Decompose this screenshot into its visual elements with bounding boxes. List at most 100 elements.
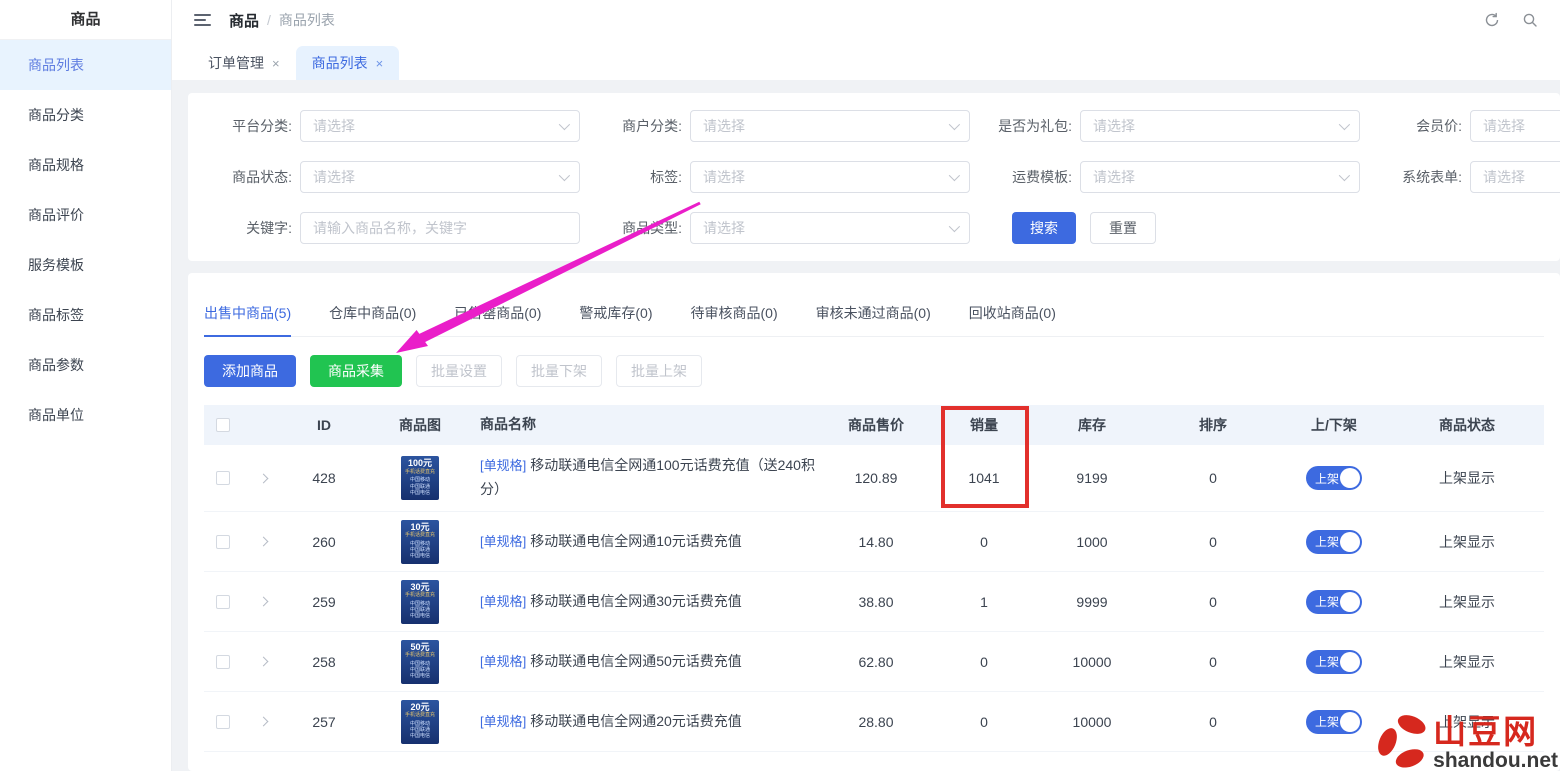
batch-off-shelf-button[interactable]: 批量下架 [516,355,602,387]
product-name: 移动联通电信全网通10元话费充值 [530,533,742,549]
keyword-input[interactable] [300,212,580,244]
watermark: 山豆网 shandou.net [1373,709,1558,771]
sidebar-item-service-template[interactable]: 服务模板 [0,240,171,290]
col-sales: 销量 [932,415,1036,435]
spec-tag[interactable]: [单规格] [480,654,526,669]
row-checkbox[interactable] [216,715,230,729]
tab-review-rejected[interactable]: 审核未通过商品(0) [816,303,931,323]
batch-set-button[interactable]: 批量设置 [416,355,502,387]
tab-recycle-bin[interactable]: 回收站商品(0) [969,303,1056,323]
cell-sort: 0 [1148,534,1278,550]
chevron-down-icon [1339,170,1350,181]
expand-row-icon[interactable] [258,473,268,483]
product-status-select[interactable]: 请选择 [300,161,580,193]
on-shelf-toggle[interactable]: 上架 [1306,710,1362,734]
cell-id: 258 [284,654,364,670]
collapse-menu-icon[interactable] [194,14,211,26]
on-shelf-toggle[interactable]: 上架 [1306,466,1362,490]
select-all-checkbox[interactable] [216,418,230,432]
tab-close-icon[interactable]: × [272,56,280,71]
shandou-logo-icon [1373,709,1431,771]
search-button[interactable]: 搜索 [1012,212,1076,244]
tab-sold-out[interactable]: 已售罄商品(0) [454,303,541,323]
cell-sort: 0 [1148,714,1278,730]
sidebar-item-product-unit[interactable]: 商品单位 [0,390,171,440]
spec-tag[interactable]: [单规格] [480,534,526,549]
sidebar-item-product-param[interactable]: 商品参数 [0,340,171,390]
spec-tag[interactable]: [单规格] [480,458,526,473]
system-form-select[interactable]: 请选择 [1470,161,1560,193]
thumb-subtitle: 手机话费直充 [405,652,435,659]
toggle-label: 上架 [1315,713,1339,730]
tab-close-icon[interactable]: × [376,56,384,71]
gift-package-select[interactable]: 请选择 [1080,110,1360,142]
sidebar-item-label: 商品标签 [28,307,84,323]
sidebar-item-product-spec[interactable]: 商品规格 [0,140,171,190]
member-price-select[interactable]: 请选择 [1470,110,1560,142]
toggle-knob [1340,532,1360,552]
select-placeholder: 请选择 [1483,167,1525,187]
search-icon[interactable] [1522,12,1538,28]
app-window: 商品 商品列表 商品分类 商品规格 商品评价 服务模板 商品标签 商品参数 商品… [0,0,1560,771]
expand-row-icon[interactable] [258,657,268,667]
expand-row-icon[interactable] [258,597,268,607]
row-checkbox[interactable] [216,655,230,669]
thumb-carriers: 中国移动 中国联通 中国电信 [410,601,430,620]
collect-product-button[interactable]: 商品采集 [310,355,402,387]
tab-in-warehouse[interactable]: 仓库中商品(0) [329,303,416,323]
cell-stock: 9999 [1036,594,1148,610]
thumb-denomination: 100元 [408,459,432,469]
cell-sales: 0 [932,654,1036,670]
tab-on-sale[interactable]: 出售中商品(5) [204,303,291,323]
spec-tag[interactable]: [单规格] [480,714,526,729]
reset-button[interactable]: 重置 [1090,212,1156,244]
cell-price: 120.89 [820,470,932,486]
filter-label: 商户分类: [602,116,682,136]
product-image: 100元手机话费直充中国移动 中国联通 中国电信 [401,456,439,500]
row-checkbox[interactable] [216,535,230,549]
product-type-select[interactable]: 请选择 [690,212,970,244]
filter-label: 关键字: [212,218,292,238]
on-shelf-toggle[interactable]: 上架 [1306,530,1362,554]
thumb-carriers: 中国移动 中国联通 中国电信 [410,541,430,560]
row-checkbox[interactable] [216,471,230,485]
cell-price: 38.80 [820,594,932,610]
row-checkbox[interactable] [216,595,230,609]
window-tab-label: 订单管理 [208,53,264,73]
expand-row-icon[interactable] [258,537,268,547]
thumb-denomination: 30元 [410,583,429,593]
breadcrumb-root[interactable]: 商品 [229,10,259,31]
window-tab-product-list[interactable]: 商品列表 × [296,46,400,80]
sidebar-item-label: 商品参数 [28,357,84,373]
window-tab-order-management[interactable]: 订单管理 × [192,46,296,80]
tab-stock-alert[interactable]: 警戒库存(0) [579,303,652,323]
on-shelf-toggle[interactable]: 上架 [1306,650,1362,674]
sidebar-item-product-category[interactable]: 商品分类 [0,90,171,140]
tag-select[interactable]: 请选择 [690,161,970,193]
tab-pending-review[interactable]: 待审核商品(0) [691,303,778,323]
expand-row-icon[interactable] [258,717,268,727]
toggle-knob [1340,468,1360,488]
sidebar-item-product-review[interactable]: 商品评价 [0,190,171,240]
refresh-icon[interactable] [1484,12,1500,28]
product-table: ID 商品图 商品名称 商品售价 销量 库存 排序 上/下架 商品状态 428 [204,405,1544,752]
sidebar: 商品 商品列表 商品分类 商品规格 商品评价 服务模板 商品标签 商品参数 商品… [0,0,172,771]
sidebar-item-product-tag[interactable]: 商品标签 [0,290,171,340]
sidebar-item-product-list[interactable]: 商品列表 [0,40,171,90]
col-sort: 排序 [1148,415,1278,435]
batch-on-shelf-button[interactable]: 批量上架 [616,355,702,387]
add-product-button[interactable]: 添加商品 [204,355,296,387]
on-shelf-toggle[interactable]: 上架 [1306,590,1362,614]
thumb-carriers: 中国移动 中国联通 中国电信 [410,477,430,496]
freight-template-select[interactable]: 请选择 [1080,161,1360,193]
chevron-down-icon [949,170,960,181]
cell-id: 259 [284,594,364,610]
spec-tag[interactable]: [单规格] [480,594,526,609]
cell-name: [单规格]移动联通电信全网通100元话费充值（送240积分） [476,454,820,502]
sidebar-item-label: 商品分类 [28,107,84,123]
sidebar-item-label: 服务模板 [28,257,84,273]
filter-label: 会员价: [1382,116,1462,136]
platform-category-select[interactable]: 请选择 [300,110,580,142]
toggle-label: 上架 [1315,533,1339,550]
merchant-category-select[interactable]: 请选择 [690,110,970,142]
